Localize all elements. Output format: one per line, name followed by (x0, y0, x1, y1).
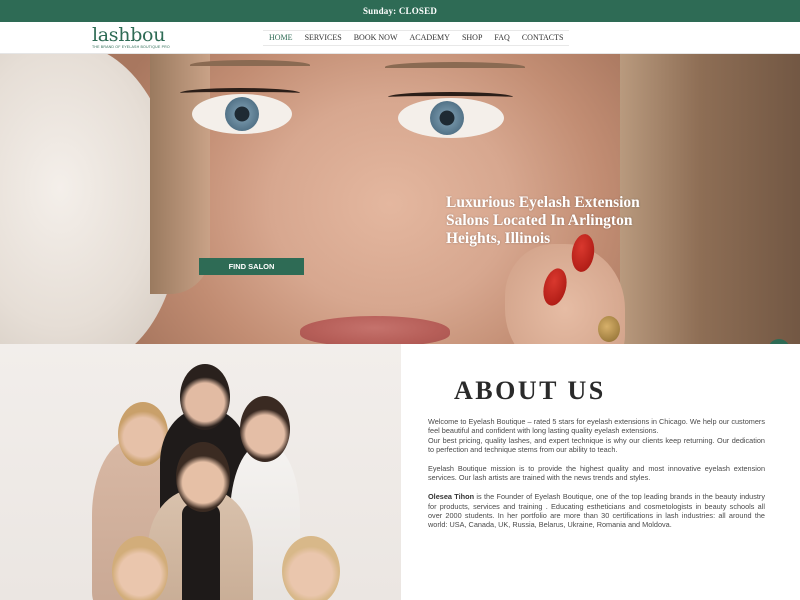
team-member-head (282, 536, 340, 600)
team-member-shape (182, 504, 220, 600)
team-member-head (176, 442, 230, 512)
about-paragraph: Our best pricing, quality lashes, and ex… (428, 435, 765, 455)
hours-bar: Sunday: CLOSED (0, 0, 800, 22)
hours-status: Sunday: CLOSED (362, 6, 438, 16)
find-salon-button[interactable]: FIND SALON (199, 258, 304, 275)
team-photo (0, 344, 401, 600)
about-paragraph: Olesea Tihon is the Founder of Eyelash B… (428, 492, 765, 530)
about-text: Welcome to Eyelash Boutique – rated 5 st… (428, 417, 765, 539)
hero-lash-shape (180, 88, 300, 98)
hero-lips-shape (300, 316, 450, 344)
nav-home[interactable]: HOME (263, 31, 299, 45)
hero-heading: Luxurious Eyelash Extension Salons Locat… (446, 194, 640, 247)
hero-banner: Luxurious Eyelash Extension Salons Locat… (0, 54, 800, 344)
about-paragraph: Welcome to Eyelash Boutique – rated 5 st… (428, 417, 765, 436)
main-nav: HOME SERVICES BOOK NOW ACADEMY SHOP FAQ … (263, 30, 570, 46)
hero-brow-shape (190, 60, 310, 70)
about-title: ABOUT US (454, 376, 606, 405)
about-paragraph: Eyelash Boutique mission is to provide t… (428, 464, 765, 483)
founder-bio: is the Founder of Eyelash Boutique, one … (428, 492, 765, 530)
nav-services[interactable]: SERVICES (299, 31, 348, 45)
team-member-head (240, 396, 290, 462)
nav-contacts[interactable]: CONTACTS (516, 31, 570, 45)
nav-academy[interactable]: ACADEMY (404, 31, 456, 45)
nav-book-now[interactable]: BOOK NOW (348, 31, 404, 45)
nav-faq[interactable]: FAQ (488, 31, 515, 45)
nav-shop[interactable]: SHOP (456, 31, 488, 45)
hero-brow-shape (385, 62, 525, 72)
hero-eye-shape (398, 98, 504, 138)
logo-tagline: THE BRAND OF EYELASH BOUTIQUE PRO (92, 45, 170, 49)
founder-name: Olesea Tihon (428, 492, 475, 502)
site-header: lashbou THE BRAND OF EYELASH BOUTIQUE PR… (0, 22, 800, 54)
logo[interactable]: lashbou THE BRAND OF EYELASH BOUTIQUE PR… (92, 26, 182, 52)
about-section: ABOUT US Welcome to Eyelash Boutique – r… (401, 344, 800, 600)
hero-earring-shape (598, 316, 620, 342)
hero-eye-shape (192, 94, 292, 134)
team-member-head (112, 536, 168, 600)
team-member-head (180, 364, 230, 430)
logo-wordmark: lashbou (92, 24, 166, 46)
hero-lash-shape (388, 92, 513, 102)
